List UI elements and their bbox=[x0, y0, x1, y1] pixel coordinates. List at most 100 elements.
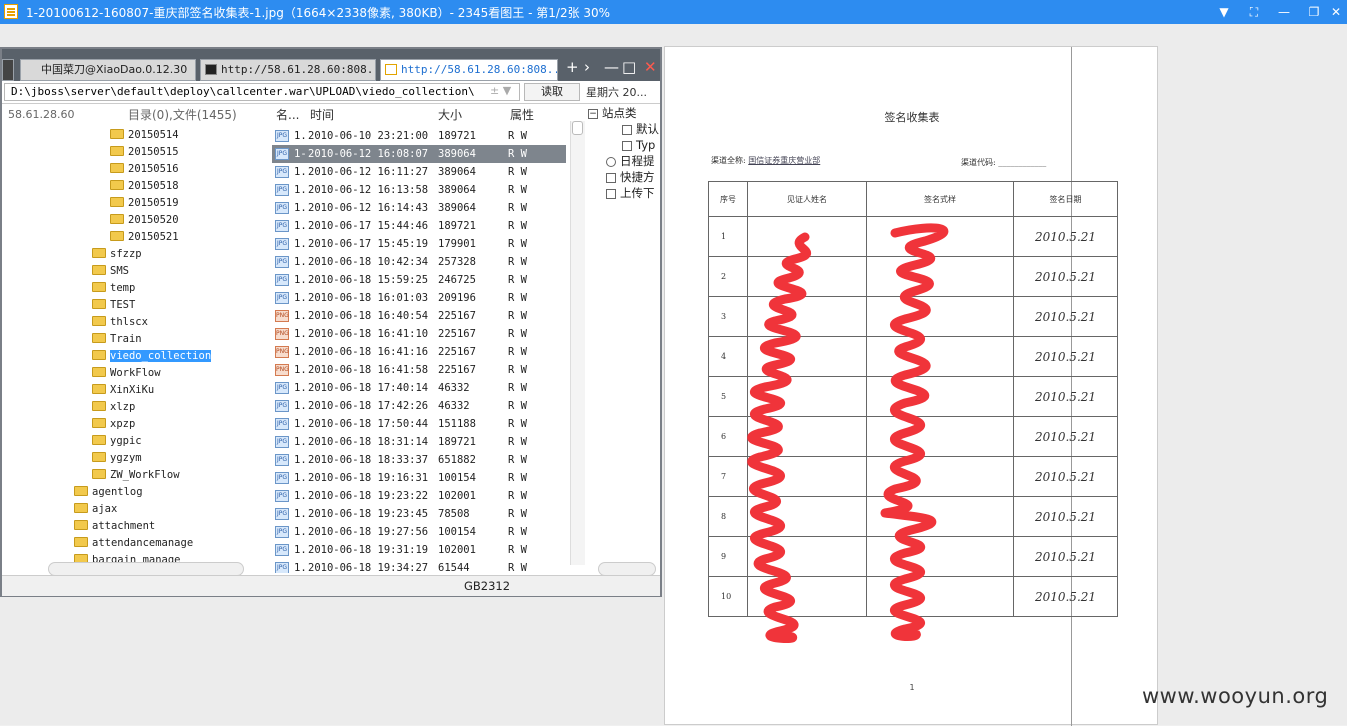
tab-caidao[interactable]: 中国菜刀@XiaoDao.0.12.30 bbox=[20, 59, 196, 81]
right-panel-item[interactable]: 日程提 bbox=[606, 153, 655, 169]
tree-folder[interactable]: agentlog bbox=[74, 484, 143, 501]
tree-folder[interactable]: ZW_WorkFlow bbox=[92, 467, 180, 484]
file-row[interactable]: JPG 1. 2010-06-10 23:21:00 189721 R W bbox=[272, 127, 566, 145]
file-row[interactable]: JPG 1. 2010-06-18 19:34:27 61544 R W bbox=[272, 559, 566, 573]
tree-folder[interactable]: 20150518 bbox=[110, 178, 179, 195]
file-row[interactable]: JPG 1. 2010-06-12 16:13:58 389064 R W bbox=[272, 181, 566, 199]
tree-folder[interactable]: thlscx bbox=[92, 314, 148, 331]
tab-url-1[interactable]: http://58.61.28.60:808... bbox=[200, 59, 376, 81]
file-row[interactable]: PNG 1. 2010-06-18 16:41:10 225167 R W bbox=[272, 325, 566, 343]
file-row[interactable]: JPG 1- 2010-06-12 16:08:07 389064 R W bbox=[272, 145, 566, 163]
path-dropdown-icon[interactable]: ± ▼ bbox=[490, 84, 511, 97]
tree-folder-label: attachment bbox=[92, 520, 156, 532]
signature-date: 2010.5.21 bbox=[1013, 456, 1118, 497]
file-row[interactable]: JPG 1. 2010-06-18 19:27:56 100154 R W bbox=[272, 523, 566, 541]
tree-folder[interactable]: attachment bbox=[74, 518, 155, 535]
tree-folder[interactable]: 20150515 bbox=[110, 144, 179, 161]
read-button[interactable]: 读取 bbox=[524, 83, 580, 101]
right-panel-item[interactable]: 默认 bbox=[622, 121, 659, 137]
tree-folder-label: attendancemanage bbox=[92, 537, 194, 549]
tree-folder[interactable]: ygzym bbox=[92, 450, 142, 467]
file-time: 2010-06-18 19:27:56 bbox=[308, 526, 429, 538]
file-name: 1. bbox=[294, 292, 307, 304]
right-panel-item[interactable]: − 站点类 bbox=[588, 105, 637, 121]
document-title: 签名收集表 bbox=[884, 111, 940, 124]
tree-folder[interactable]: 20150520 bbox=[110, 212, 179, 229]
file-time: 2010-06-18 19:31:19 bbox=[308, 544, 429, 556]
file-row[interactable]: JPG 1. 2010-06-18 17:40:14 46332 R W bbox=[272, 379, 566, 397]
file-row[interactable]: JPG 1. 2010-06-18 19:31:19 102001 R W bbox=[272, 541, 566, 559]
tree-folder[interactable]: 20150519 bbox=[110, 195, 179, 212]
tab-0[interactable] bbox=[2, 59, 14, 81]
file-row[interactable]: JPG 1. 2010-06-18 17:50:44 151188 R W bbox=[272, 415, 566, 433]
tree-folder[interactable]: attendancemanage bbox=[74, 535, 193, 552]
file-row[interactable]: PNG 1. 2010-06-18 16:41:58 225167 R W bbox=[272, 361, 566, 379]
close-icon[interactable]: ✕ bbox=[644, 58, 657, 76]
file-row[interactable]: PNG 1. 2010-06-18 16:40:54 225167 R W bbox=[272, 307, 566, 325]
tree-folder[interactable]: XinXiKu bbox=[92, 382, 154, 399]
folder-icon bbox=[92, 367, 106, 377]
right-panel-item[interactable]: 上传下 bbox=[606, 185, 655, 201]
file-time: 2010-06-12 16:13:58 bbox=[308, 184, 429, 196]
tree-folder[interactable]: WorkFlow bbox=[92, 365, 161, 382]
file-row[interactable]: JPG 1. 2010-06-12 16:11:27 389064 R W bbox=[272, 163, 566, 181]
right-panel-item[interactable]: Typ bbox=[622, 137, 655, 153]
file-attr: R W bbox=[508, 310, 527, 322]
tree-folder[interactable]: 20150516 bbox=[110, 161, 179, 178]
file-row[interactable]: JPG 1. 2010-06-18 18:31:14 189721 R W bbox=[272, 433, 566, 451]
file-row[interactable]: JPG 1. 2010-06-18 15:59:25 246725 R W bbox=[272, 271, 566, 289]
file-row[interactable]: JPG 1. 2010-06-18 19:16:31 100154 R W bbox=[272, 469, 566, 487]
restore-icon[interactable]: ❐ bbox=[1302, 2, 1326, 22]
file-row[interactable]: JPG 1. 2010-06-12 16:14:43 389064 R W bbox=[272, 199, 566, 217]
tree-folder[interactable]: xpzp bbox=[92, 416, 135, 433]
tree-folder[interactable]: ygpic bbox=[92, 433, 142, 450]
tree-horizontal-scrollbar[interactable] bbox=[48, 562, 244, 576]
path-input[interactable]: D:\jboss\server\default\deploy\callcente… bbox=[4, 83, 520, 101]
folder-icon bbox=[92, 435, 106, 445]
new-tab-icon[interactable]: + bbox=[566, 58, 579, 76]
tree-folder[interactable]: xlzp bbox=[92, 399, 135, 416]
file-time: 2010-06-18 19:23:22 bbox=[308, 490, 429, 502]
column-attr[interactable]: 属性 bbox=[510, 105, 534, 125]
minimize-icon[interactable]: — bbox=[604, 58, 619, 76]
tree-folder[interactable]: SMS bbox=[92, 263, 129, 280]
file-name: 1. bbox=[294, 220, 307, 232]
status-bar: GB2312 bbox=[2, 575, 660, 596]
right-panel-scrollbar[interactable] bbox=[598, 562, 656, 576]
file-row[interactable]: JPG 1. 2010-06-17 15:44:46 189721 R W bbox=[272, 217, 566, 235]
file-row[interactable]: JPG 1. 2010-06-18 19:23:22 102001 R W bbox=[272, 487, 566, 505]
close-icon[interactable]: ✕ bbox=[1324, 2, 1347, 22]
maximize-icon[interactable]: □ bbox=[622, 58, 636, 76]
right-panel-item[interactable]: 快捷方 bbox=[606, 169, 655, 185]
tree-folder[interactable]: viedo_collection bbox=[92, 348, 212, 365]
file-type-icon: JPG bbox=[275, 256, 289, 268]
file-row[interactable]: JPG 1. 2010-06-18 17:42:26 46332 R W bbox=[272, 397, 566, 415]
column-time[interactable]: 时间 bbox=[310, 105, 334, 125]
witness-name-cell bbox=[747, 536, 867, 577]
tree-folder[interactable]: 20150514 bbox=[110, 127, 179, 144]
file-row[interactable]: PNG 1. 2010-06-18 16:41:16 225167 R W bbox=[272, 343, 566, 361]
tab-url-2-active[interactable]: http://58.61.28.60:808... bbox=[380, 59, 558, 81]
file-row[interactable]: JPG 1. 2010-06-18 16:01:03 209196 R W bbox=[272, 289, 566, 307]
file-row[interactable]: JPG 1. 2010-06-18 19:23:45 78508 R W bbox=[272, 505, 566, 523]
file-row[interactable]: JPG 1. 2010-06-18 10:42:34 257328 R W bbox=[272, 253, 566, 271]
chevron-down-icon[interactable]: ▼ bbox=[1212, 2, 1236, 22]
expander-icon: − bbox=[588, 108, 598, 119]
file-row[interactable]: JPG 1. 2010-06-17 15:45:19 179901 R W bbox=[272, 235, 566, 253]
tree-folder[interactable]: TEST bbox=[92, 297, 135, 314]
tree-folder[interactable]: ajax bbox=[74, 501, 117, 518]
file-list-scrollbar[interactable] bbox=[570, 121, 585, 565]
column-size[interactable]: 大小 bbox=[438, 105, 462, 125]
tree-folder[interactable]: Train bbox=[92, 331, 142, 348]
tree-folder[interactable]: 20150521 bbox=[110, 229, 179, 246]
file-row[interactable]: JPG 1. 2010-06-18 18:33:37 651882 R W bbox=[272, 451, 566, 469]
scrollbar-thumb[interactable] bbox=[572, 121, 583, 135]
file-attr: R W bbox=[508, 184, 527, 196]
file-time: 2010-06-18 18:33:37 bbox=[308, 454, 429, 466]
tree-folder[interactable]: sfzzp bbox=[92, 246, 142, 263]
column-name[interactable]: 名... bbox=[276, 105, 299, 125]
minimize-icon[interactable]: — bbox=[1272, 2, 1296, 22]
chevron-right-icon[interactable]: › bbox=[584, 58, 590, 76]
fullscreen-icon[interactable]: ⛶ bbox=[1242, 2, 1266, 22]
tree-folder[interactable]: temp bbox=[92, 280, 135, 297]
